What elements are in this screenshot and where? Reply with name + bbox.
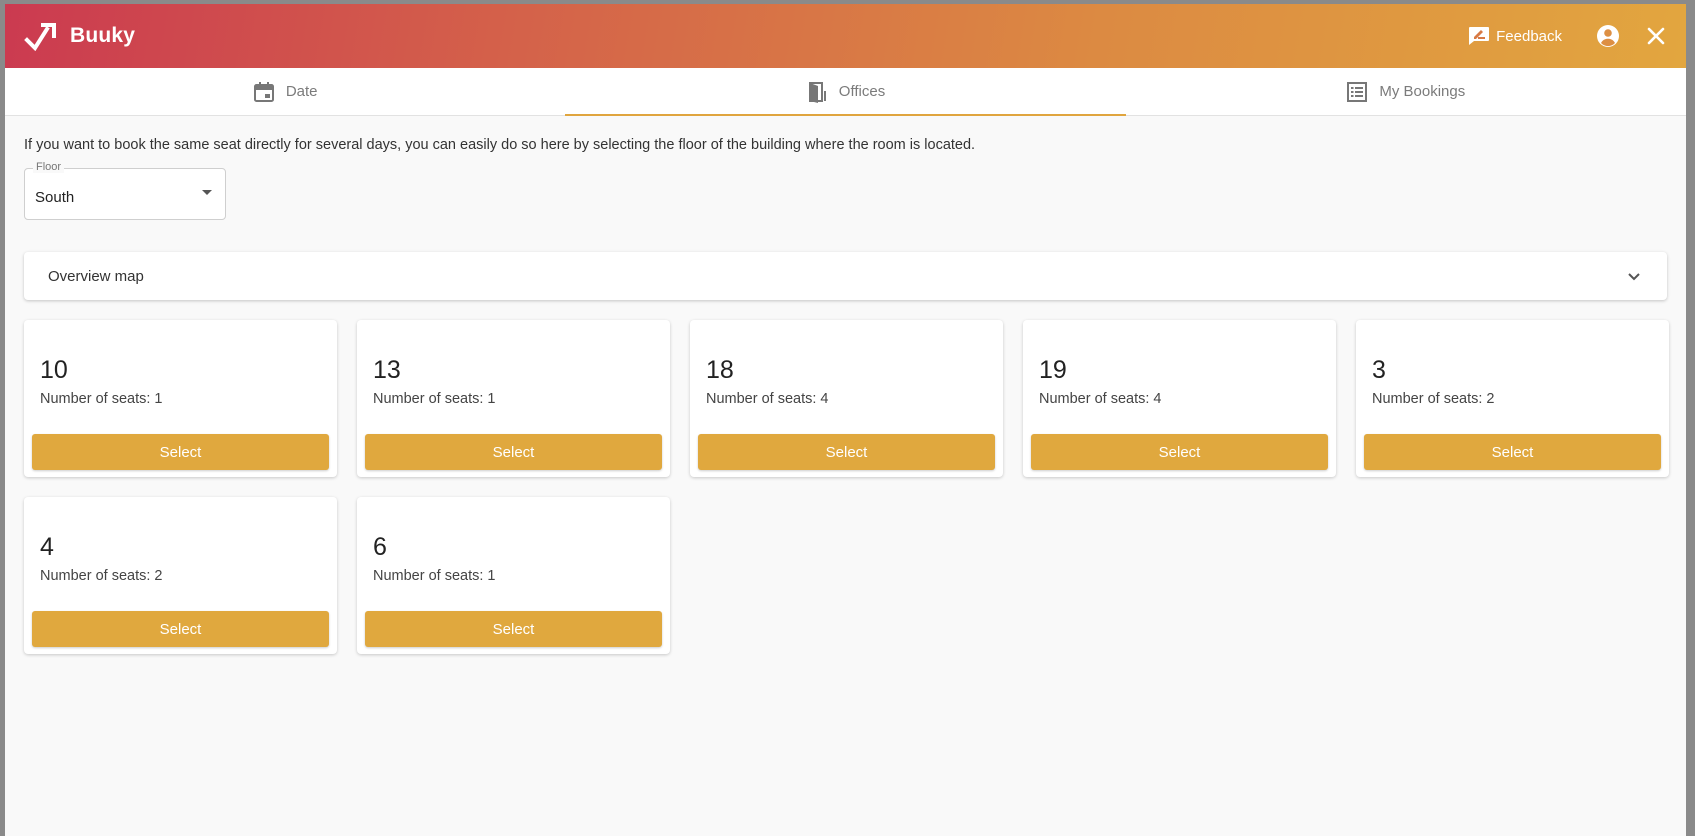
select-button[interactable]: Select	[1031, 434, 1328, 470]
tab-date[interactable]: Date	[5, 68, 565, 115]
room-name: 6	[373, 533, 387, 561]
feedback-icon	[1469, 27, 1490, 45]
room-seats: Number of seats: 4	[706, 391, 829, 407]
room-card: 18 Number of seats: 4 Select	[690, 320, 1003, 477]
door-icon	[808, 81, 826, 103]
overview-map-title: Overview map	[48, 267, 144, 285]
overview-map-panel[interactable]: Overview map	[24, 252, 1667, 300]
floor-label: Floor	[33, 161, 65, 173]
room-card: 19 Number of seats: 4 Select	[1023, 320, 1336, 477]
buuky-logo-icon	[24, 23, 56, 51]
brand-name: Buuky	[70, 24, 136, 47]
select-button[interactable]: Select	[698, 434, 995, 470]
tab-my-bookings-label: My Bookings	[1379, 83, 1466, 100]
room-seats: Number of seats: 1	[373, 391, 496, 407]
room-name: 13	[373, 356, 401, 384]
tab-offices-label: Offices	[838, 83, 886, 100]
select-button[interactable]: Select	[1364, 434, 1661, 470]
tab-bar: Date Offices My Bookings	[5, 68, 1686, 116]
room-card: 3 Number of seats: 2 Select	[1356, 320, 1669, 477]
select-button[interactable]: Select	[365, 434, 662, 470]
room-seats: Number of seats: 2	[1372, 391, 1495, 407]
room-name: 4	[40, 533, 54, 561]
feedback-label: Feedback	[1496, 27, 1562, 45]
chevron-down-icon	[1628, 273, 1640, 281]
room-name: 19	[1039, 356, 1067, 384]
room-card: 4 Number of seats: 2 Select	[24, 497, 337, 654]
app-window: Buuky Feedback Date Offices My Bookings …	[5, 4, 1686, 836]
room-seats: Number of seats: 4	[1039, 391, 1162, 407]
select-button[interactable]: Select	[32, 611, 329, 647]
room-seats: Number of seats: 2	[40, 568, 163, 584]
feedback-button[interactable]: Feedback	[1468, 26, 1562, 46]
account-icon[interactable]	[1596, 24, 1620, 48]
tab-my-bookings[interactable]: My Bookings	[1126, 68, 1686, 115]
app-header: Buuky Feedback	[5, 4, 1686, 68]
room-name: 3	[1372, 356, 1386, 384]
room-card: 13 Number of seats: 1 Select	[357, 320, 670, 477]
calendar-icon	[253, 81, 274, 102]
intro-text: If you want to book the same seat direct…	[24, 137, 976, 153]
tab-date-label: Date	[285, 83, 318, 100]
room-card: 6 Number of seats: 1 Select	[357, 497, 670, 654]
floor-value: South	[35, 189, 75, 206]
room-name: 10	[40, 356, 68, 384]
select-button[interactable]: Select	[365, 611, 662, 647]
close-icon[interactable]	[1645, 25, 1667, 47]
room-card: 10 Number of seats: 1 Select	[24, 320, 337, 477]
room-seats: Number of seats: 1	[373, 568, 496, 584]
tab-offices[interactable]: Offices	[565, 68, 1126, 116]
dropdown-arrow-icon	[202, 190, 212, 195]
logo[interactable]: Buuky	[24, 21, 135, 51]
list-icon	[1347, 81, 1368, 102]
room-grid: 10 Number of seats: 1 Select 13 Number o…	[24, 320, 1669, 654]
room-seats: Number of seats: 1	[40, 391, 163, 407]
main-content: If you want to book the same seat direct…	[5, 137, 1686, 654]
floor-select[interactable]: Floor South	[24, 161, 226, 220]
room-name: 18	[706, 356, 734, 384]
select-button[interactable]: Select	[32, 434, 329, 470]
